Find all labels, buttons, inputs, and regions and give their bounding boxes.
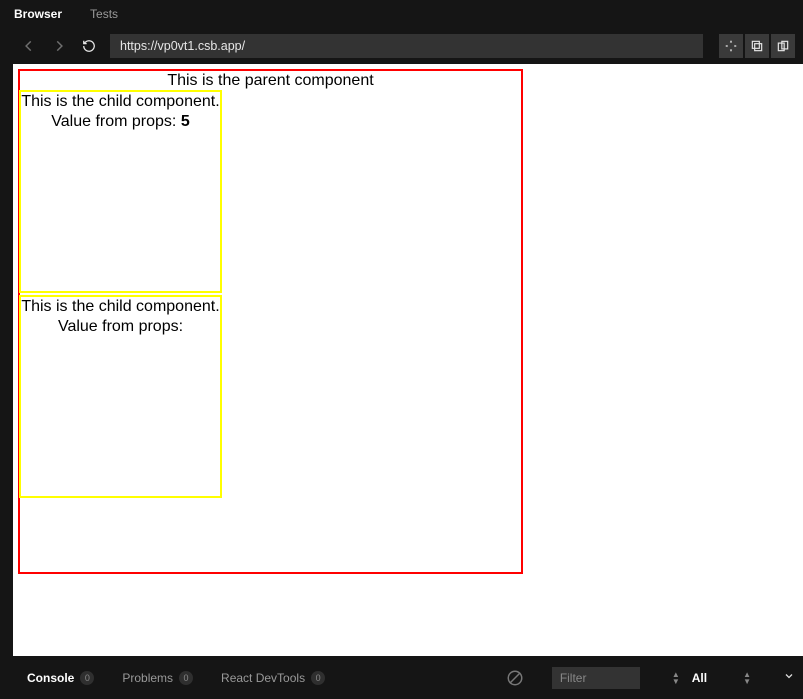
preview-pane: This is the parent component This is the… bbox=[13, 64, 803, 656]
open-window-icon[interactable] bbox=[771, 34, 795, 58]
child-props-value: 5 bbox=[181, 113, 190, 130]
sort-icon: ▲▼ bbox=[672, 671, 680, 685]
parent-component: This is the parent component This is the… bbox=[18, 69, 523, 574]
chevron-down-icon[interactable] bbox=[783, 670, 795, 685]
console-count-badge: 0 bbox=[80, 671, 94, 685]
log-level-value: All bbox=[692, 671, 707, 685]
child-props-line: Value from props: bbox=[21, 317, 220, 337]
tab-problems-label: Problems bbox=[122, 671, 173, 685]
tab-problems[interactable]: Problems 0 bbox=[122, 671, 193, 685]
nav-back-button[interactable] bbox=[20, 37, 38, 55]
select-arrows-icon: ▲▼ bbox=[743, 671, 751, 685]
child-component: This is the child component. Value from … bbox=[19, 90, 222, 293]
parent-title: This is the parent component bbox=[20, 71, 521, 90]
tab-console-label: Console bbox=[27, 671, 74, 685]
child-text: This is the child component. bbox=[21, 297, 220, 317]
clear-console-icon[interactable] bbox=[506, 669, 524, 687]
console-filter-input[interactable] bbox=[552, 667, 640, 689]
tab-devtools-label: React DevTools bbox=[221, 671, 305, 685]
child-props-line: Value from props: 5 bbox=[21, 112, 220, 132]
tab-tests[interactable]: Tests bbox=[76, 0, 132, 28]
log-level-select[interactable]: ▲▼ All ▲▼ bbox=[668, 671, 755, 685]
bottom-panel-tabs: Console 0 Problems 0 React DevTools 0 ▲▼… bbox=[13, 656, 803, 699]
reload-button[interactable] bbox=[80, 37, 98, 55]
copy-icon[interactable] bbox=[745, 34, 769, 58]
url-input[interactable] bbox=[110, 34, 703, 58]
tab-browser[interactable]: Browser bbox=[0, 0, 76, 28]
nav-forward-button[interactable] bbox=[50, 37, 68, 55]
tab-console[interactable]: Console 0 bbox=[27, 671, 94, 685]
child-text: This is the child component. bbox=[21, 92, 220, 112]
devtools-count-badge: 0 bbox=[311, 671, 325, 685]
problems-count-badge: 0 bbox=[179, 671, 193, 685]
move-icon[interactable] bbox=[719, 34, 743, 58]
child-props-prefix: Value from props: bbox=[58, 318, 183, 335]
address-bar-row bbox=[0, 28, 803, 64]
child-component: This is the child component. Value from … bbox=[19, 295, 222, 498]
child-props-prefix: Value from props: bbox=[51, 113, 181, 130]
address-bar-actions bbox=[719, 34, 795, 58]
tab-react-devtools[interactable]: React DevTools 0 bbox=[221, 671, 325, 685]
preview-tabs: Browser Tests bbox=[0, 0, 803, 28]
